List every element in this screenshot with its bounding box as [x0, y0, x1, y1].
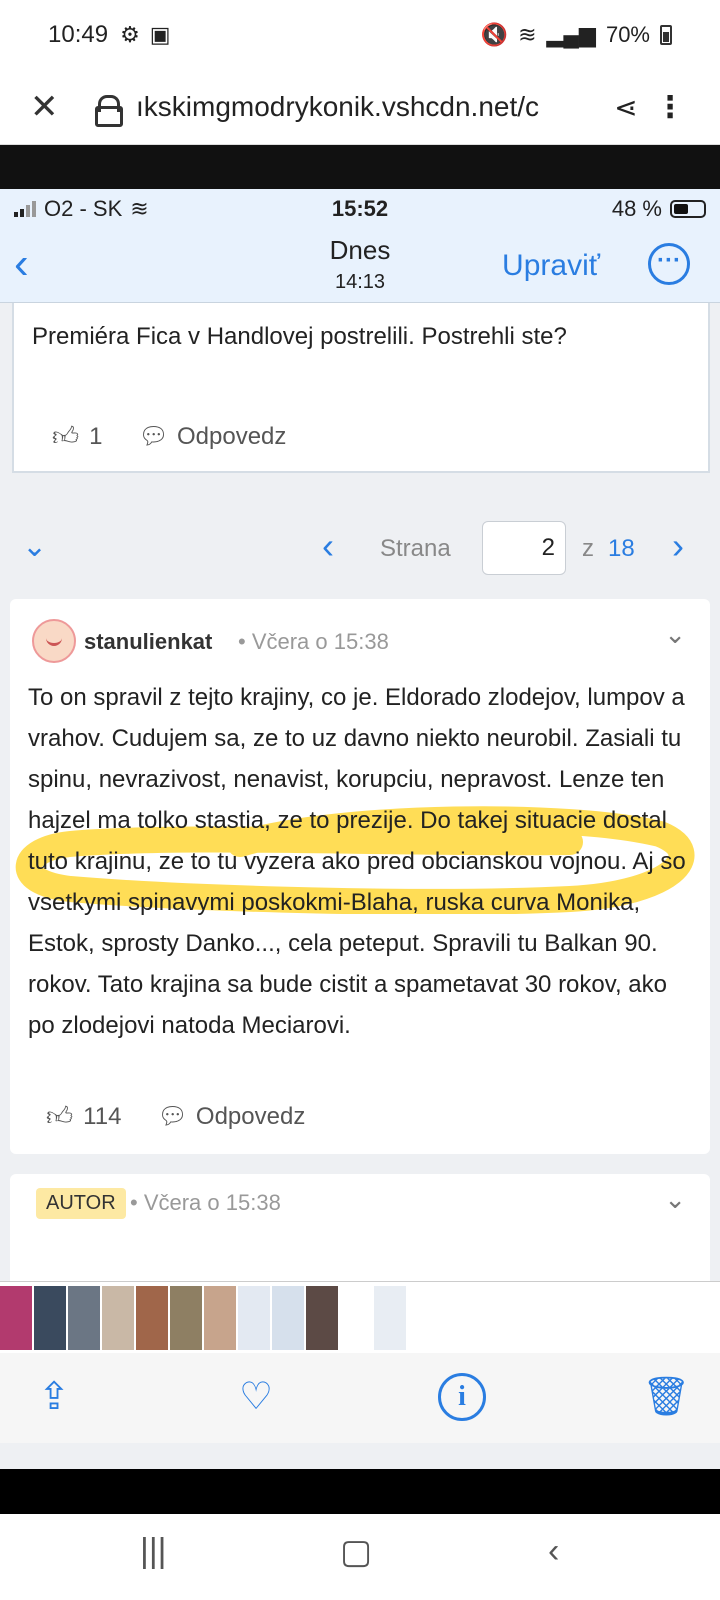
settings-icon: ⚙	[120, 22, 140, 47]
trash-icon[interactable]: 🗑︎	[642, 1373, 690, 1421]
comment-actions: 👍︎ 114 💬︎ Odpovedz	[46, 1101, 305, 1132]
thumbnail[interactable]	[0, 1285, 32, 1350]
embedded-screenshot: O2 - SK ≋ 15:52 48 % ‹ Dnes 14:13 Upravi…	[0, 189, 720, 1469]
next-page-icon[interactable]: ›	[672, 525, 684, 567]
photo-thumbnail-strip[interactable]	[0, 1281, 720, 1353]
thumbnail[interactable]	[238, 1285, 270, 1350]
like-icon[interactable]: 👍︎	[52, 421, 79, 452]
page-total[interactable]: 18	[608, 535, 635, 563]
ellipsis-icon[interactable]: ···	[648, 243, 690, 285]
lock-icon[interactable]	[94, 93, 123, 127]
author-badge: AUTOR	[36, 1188, 126, 1219]
heart-icon[interactable]: ♡	[232, 1373, 280, 1421]
android-nav-bar: ||| ▢ ‹	[0, 1514, 720, 1600]
pagination: ⌄ ‹ Strana 2 z 18 ›	[0, 519, 720, 579]
thumbnail[interactable]	[272, 1285, 304, 1350]
mute-icon: 🔇	[480, 22, 509, 47]
thumbnail[interactable]	[102, 1285, 134, 1350]
ios-time: 15:52	[331, 196, 389, 221]
thumbnail[interactable]	[170, 1285, 202, 1350]
home-icon[interactable]: ▢	[340, 1532, 372, 1572]
reply-button[interactable]: Odpovedz	[196, 1103, 305, 1131]
post-card: Premiéra Fica v Handlovej postrelili. Po…	[12, 303, 710, 473]
nav-subtitle: 14:13	[334, 271, 386, 293]
battery-text: 70%	[605, 22, 650, 47]
comment-username[interactable]: stanulienkat	[84, 629, 212, 655]
chevron-down-icon[interactable]: ⌄	[22, 529, 47, 564]
share-upload-icon[interactable]: ⇪	[30, 1373, 78, 1421]
post-actions: 👍︎ 1 💬︎ Odpovedz	[52, 421, 286, 452]
signal-icon: ▂▄▆	[546, 22, 596, 47]
battery-icon	[670, 200, 706, 218]
status-right: 🔇 ≋ ▂▄▆ 70%	[481, 22, 672, 48]
reply-icon[interactable]: 💬︎	[139, 422, 169, 451]
thumbnail[interactable]	[374, 1285, 406, 1350]
gallery-icon: ▣	[149, 22, 171, 47]
thumbnail[interactable]	[340, 1285, 372, 1350]
more-icon[interactable]: ⋮	[650, 90, 690, 125]
wifi-icon: ≋	[518, 22, 537, 47]
share-icon[interactable]: ⋖	[602, 91, 650, 124]
post-text: Premiéra Fica v Handlovej postrelili. Po…	[32, 323, 567, 350]
battery-icon	[660, 25, 672, 45]
like-icon[interactable]: 👍︎	[46, 1101, 73, 1132]
comment-card: stanulienkat • Včera o 15:38 ⌄ To on spr…	[10, 599, 710, 1154]
close-icon[interactable]: ✕	[30, 87, 80, 127]
edit-button[interactable]: Upraviť	[502, 249, 600, 283]
image-letterbox-top	[0, 145, 720, 189]
chevron-down-icon[interactable]: ⌄	[664, 1184, 686, 1215]
page-label: Strana	[380, 535, 451, 562]
ios-status-bar: O2 - SK ≋ 15:52 48 %	[0, 189, 720, 229]
comment-timestamp: • Včera o 15:38	[130, 1190, 281, 1215]
reply-icon[interactable]: 💬︎	[157, 1102, 187, 1131]
comment-card-author: AUTOR • Včera o 15:38 ⌄	[10, 1174, 710, 1294]
photo-toolbar: ⇪ ♡ i 🗑︎	[0, 1353, 720, 1443]
page-input[interactable]: 2	[482, 521, 566, 575]
page-of-label: z	[582, 535, 594, 562]
thumbnail[interactable]	[136, 1285, 168, 1350]
recent-apps-icon[interactable]: |||	[140, 1532, 167, 1571]
reply-button[interactable]: Odpovedz	[177, 423, 286, 451]
back-icon[interactable]: ‹	[548, 1532, 559, 1571]
url-text[interactable]: ıkskimgmodrykonik.vshcdn.net/c	[136, 91, 602, 123]
thumbnail[interactable]	[204, 1285, 236, 1350]
status-time: 10:49	[48, 21, 109, 48]
avatar[interactable]	[32, 619, 76, 663]
comment-body: To on spravil z tejto krajiny, co je. El…	[28, 684, 686, 1039]
like-count: 1	[89, 422, 103, 450]
thumbnail[interactable]	[306, 1285, 338, 1350]
prev-page-icon[interactable]: ‹	[322, 525, 334, 567]
android-status-bar: 10:49 ⚙ ▣ 🔇 ≋ ▂▄▆ 70%	[0, 0, 720, 70]
like-count: 114	[83, 1102, 122, 1130]
comment-timestamp: • Včera o 15:38	[238, 629, 389, 654]
info-icon[interactable]: i	[438, 1373, 486, 1421]
ios-nav-bar: ‹ Dnes 14:13 Upraviť ···	[0, 229, 720, 303]
chevron-down-icon[interactable]: ⌄	[664, 619, 686, 650]
browser-url-bar: ✕ ıkskimgmodrykonik.vshcdn.net/c ⋖ ⋮	[0, 70, 720, 145]
thumbnail[interactable]	[34, 1285, 66, 1350]
thumbnail[interactable]	[68, 1285, 100, 1350]
nav-title: Dnes	[329, 235, 391, 265]
